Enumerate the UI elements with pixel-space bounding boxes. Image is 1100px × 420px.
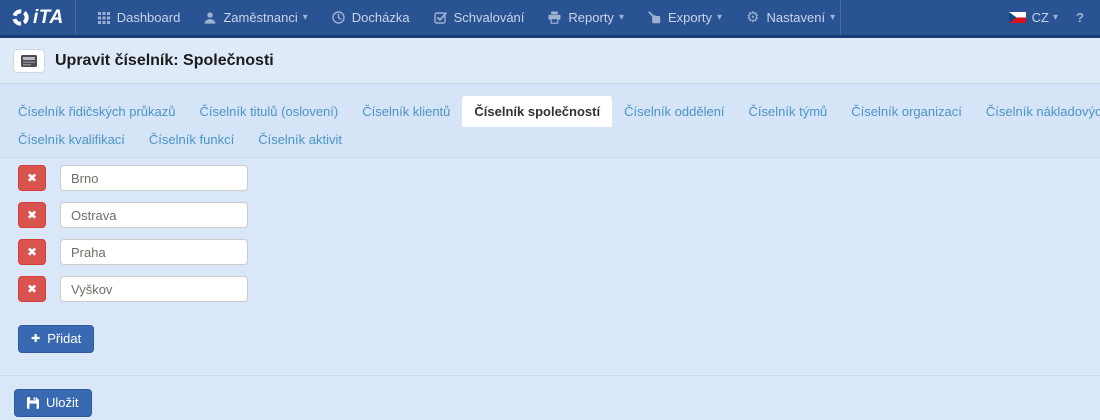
- tabs-row-1: Číselník řidičských průkazů Číselník tit…: [6, 96, 1100, 127]
- chevron-down-icon: ▾: [618, 12, 624, 23]
- delete-icon: ✖: [26, 282, 38, 296]
- list-item: ✖: [18, 165, 1100, 191]
- language-code: CZ: [1031, 10, 1050, 25]
- tabs-row-2: Číselník kvalifikací Číselník funkcí Čís…: [6, 127, 1094, 155]
- nav-reporty[interactable]: Reporty ▾: [536, 0, 636, 35]
- company-name-input[interactable]: [60, 165, 248, 191]
- codelist-icon: [14, 49, 44, 72]
- tab-ciselnik-ridicskych-prukazu[interactable]: Číselník řidičských průkazů: [6, 96, 188, 127]
- delete-row-button[interactable]: ✖: [18, 165, 46, 191]
- delete-icon: ✖: [26, 208, 38, 222]
- chevron-down-icon: ▾: [830, 12, 836, 23]
- delete-row-button[interactable]: ✖: [18, 276, 46, 302]
- user-icon: [204, 11, 216, 24]
- czech-flag-icon: [1008, 12, 1026, 23]
- tab-ciselnik-kvalifikaci[interactable]: Číselník kvalifikací: [6, 127, 137, 155]
- navbar-right: CZ ▾ ?: [1008, 0, 1100, 35]
- company-name-input[interactable]: [60, 239, 248, 265]
- nav-zamestnanci[interactable]: Zaměstnanci ▾: [192, 0, 319, 35]
- company-name-input[interactable]: [60, 202, 248, 228]
- page-header: Upravit číselník: Společnosti: [0, 38, 1100, 84]
- nav-label: Exporty: [667, 10, 713, 25]
- navbar-divider: [840, 0, 841, 35]
- clock-icon: [332, 11, 345, 24]
- printer-icon: [548, 11, 561, 24]
- delete-row-button[interactable]: ✖: [18, 239, 46, 265]
- nav-label: Dashboard: [116, 10, 181, 25]
- save-button-label: Uložit: [46, 395, 79, 410]
- nav-schvalovani[interactable]: Schvalování: [422, 0, 537, 35]
- action-bar: Uložit: [0, 375, 1100, 420]
- app-logo[interactable]: iTA: [0, 0, 76, 35]
- tab-ciselnik-titulu-osloveni[interactable]: Číselník titulů (oslovení): [188, 96, 351, 127]
- tab-ciselnik-oddeleni[interactable]: Číselník oddělení: [612, 96, 736, 127]
- export-icon: [648, 11, 661, 24]
- tab-ciselnik-nakladovych-center[interactable]: Číselník nákladových center: [974, 96, 1100, 127]
- page-title: Upravit číselník: Společnosti: [55, 51, 274, 69]
- nav-label: Nastavení: [766, 10, 826, 25]
- chevron-down-icon: ▾: [1053, 12, 1059, 23]
- add-button[interactable]: ✚ Přidat: [18, 325, 95, 353]
- help-button[interactable]: ?: [1076, 10, 1084, 25]
- tab-ciselnik-aktivit[interactable]: Číselník aktivit: [246, 127, 354, 155]
- language-selector[interactable]: CZ ▾: [1008, 10, 1059, 25]
- list-item: ✖: [18, 202, 1100, 228]
- app-root: iTA Dashboard Zaměstnanci ▾ Docházka Sch…: [0, 0, 1100, 420]
- nav-menu: Dashboard Zaměstnanci ▾ Docházka Schvalo…: [86, 0, 847, 35]
- gear-icon: ⚙: [746, 9, 760, 26]
- tab-ciselnik-klientu[interactable]: Číselník klientů: [350, 96, 462, 127]
- nav-nastaveni[interactable]: ⚙ Nastavení ▾: [734, 0, 847, 35]
- grid-icon: [97, 11, 110, 24]
- save-icon: [27, 396, 39, 409]
- tab-ciselnik-spolecnosti[interactable]: Číselník společností: [462, 96, 613, 127]
- tab-ciselnik-funkci[interactable]: Číselník funkcí: [137, 127, 246, 155]
- delete-row-button[interactable]: ✖: [18, 202, 46, 228]
- nav-label: Reporty: [568, 10, 614, 25]
- list-item: ✖: [18, 276, 1100, 302]
- top-navbar: iTA Dashboard Zaměstnanci ▾ Docházka Sch…: [0, 0, 1100, 38]
- codelist-editor: ✖ ✖ ✖ ✖ ✚ Přidat: [0, 158, 1100, 375]
- nav-exporty[interactable]: Exporty ▾: [636, 0, 734, 35]
- nav-dashboard[interactable]: Dashboard: [86, 0, 193, 35]
- add-button-label: Přidat: [47, 331, 82, 346]
- plus-icon: ✚: [31, 333, 41, 345]
- delete-icon: ✖: [26, 245, 38, 259]
- chevron-down-icon: ▾: [717, 12, 723, 23]
- delete-icon: ✖: [26, 171, 38, 185]
- save-button[interactable]: Uložit: [14, 389, 92, 417]
- nav-label: Schvalování: [453, 10, 525, 25]
- nav-label: Zaměstnanci: [223, 10, 298, 25]
- chevron-down-icon: ▾: [302, 12, 308, 23]
- company-name-input[interactable]: [60, 276, 248, 302]
- tab-ciselnik-tymu[interactable]: Číselník týmů: [737, 96, 840, 127]
- list-item: ✖: [18, 239, 1100, 265]
- check-square-icon: [433, 11, 447, 24]
- logo-mark-icon: [11, 8, 30, 27]
- tab-ciselnik-organizaci[interactable]: Číselník organizací: [839, 96, 974, 127]
- codelist-tabs: Číselník řidičských průkazů Číselník tit…: [0, 84, 1100, 158]
- nav-label: Docházka: [351, 10, 410, 25]
- logo-text: iTA: [33, 6, 64, 28]
- nav-dochazka[interactable]: Docházka: [320, 0, 422, 35]
